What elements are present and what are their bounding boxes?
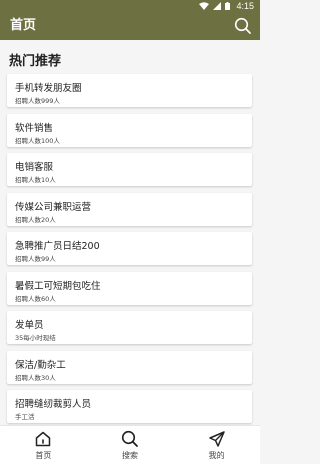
job-title: 发单员 (15, 320, 44, 331)
job-subtitle: 招聘人数99人 (15, 255, 56, 263)
section-title: 热门推荐 (9, 54, 62, 69)
job-card[interactable]: 软件销售 招聘人数100人 (7, 113, 252, 147)
status-bar: 4:15 (0, 0, 260, 12)
job-subtitle: 招聘人数100人 (15, 136, 60, 145)
bottom-nav: 首页 搜索 我的 (0, 425, 260, 464)
job-subtitle: 招聘人数10人 (15, 176, 56, 184)
job-list: 手机转发朋友圈 招聘人数999人 软件销售 招聘人数100人 电销客服 招聘人数… (7, 74, 252, 425)
battery-icon (225, 2, 231, 10)
job-title: 保洁/勤杂工 (15, 359, 66, 371)
signal-icon (213, 2, 222, 10)
job-card[interactable]: 手机转发朋友圈 招聘人数999人 (7, 74, 252, 107)
job-title: 急聘推广员日结200 (15, 241, 100, 252)
job-card[interactable]: 保洁/勤杂工 招聘人数30人 (7, 350, 252, 384)
job-card[interactable]: 急聘推广员日结200 招聘人数99人 (7, 232, 252, 265)
job-card[interactable]: 招聘缝纫裁剪人员 手工活 (7, 390, 252, 423)
page-title: 首页 (10, 18, 37, 33)
job-subtitle: 招聘人数60人 (15, 294, 56, 303)
job-subtitle: 招聘人数999人 (15, 97, 60, 105)
job-title: 暑假工可短期包吃住 (15, 280, 101, 292)
nav-item-search[interactable]: 搜索 (87, 426, 174, 464)
job-card[interactable]: 传媒公司兼职运营 招聘人数20人 (7, 192, 252, 226)
job-subtitle: 手工活 (15, 413, 35, 421)
job-title: 手机转发朋友圈 (15, 83, 82, 94)
search-icon (121, 430, 138, 447)
home-icon (36, 431, 51, 447)
job-card[interactable]: 发单员 35每小时现结 (7, 311, 252, 344)
job-title: 电销客服 (15, 162, 54, 173)
wifi-icon (199, 2, 210, 10)
main-content[interactable]: 热门推荐 手机转发朋友圈 招聘人数999人 软件销售 招聘人数100人 电销客服… (0, 40, 260, 425)
status-time: 4:15 (236, 1, 254, 11)
job-card[interactable]: 暑假工可短期包吃住 招聘人数60人 (7, 271, 252, 305)
nav-item-mine[interactable]: 我的 (173, 426, 260, 464)
job-subtitle: 35每小时现结 (15, 334, 56, 342)
nav-label-mine: 我的 (208, 451, 225, 460)
job-subtitle: 招聘人数20人 (15, 215, 56, 224)
status-icons: 4:15 (199, 0, 254, 12)
job-subtitle: 招聘人数30人 (15, 373, 56, 382)
app-bar: 首页 (0, 12, 260, 40)
job-title: 软件销售 (15, 122, 54, 134)
nav-label-search: 搜索 (122, 451, 138, 460)
search-icon[interactable] (234, 17, 252, 35)
nav-item-home[interactable]: 首页 (0, 426, 87, 464)
nav-label-home: 首页 (35, 451, 52, 460)
job-title: 招聘缝纫裁剪人员 (15, 399, 92, 410)
job-card[interactable]: 电销客服 招聘人数10人 (7, 153, 252, 186)
job-title: 传媒公司兼职运营 (15, 201, 92, 213)
send-icon (208, 431, 225, 447)
